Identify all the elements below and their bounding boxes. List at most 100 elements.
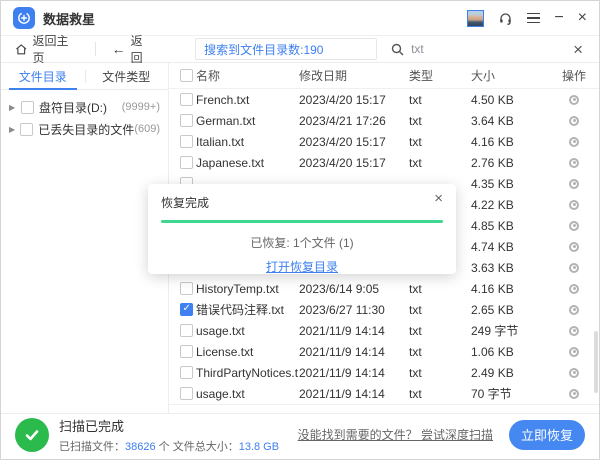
preview-eye-icon[interactable] <box>569 305 579 315</box>
table-row[interactable]: usage.txt 2021/11/9 14:14 txt 249 字节 <box>169 320 599 341</box>
row-checkbox[interactable] <box>180 282 193 295</box>
tree-item-label: 盘符目录(D:) <box>39 99 107 116</box>
recover-now-button[interactable]: 立即恢复 <box>509 420 585 450</box>
file-type: txt <box>409 324 471 338</box>
table-row[interactable]: usage.txt 2021/11/9 14:14 txt 70 字节 <box>169 383 599 404</box>
file-size: 2.65 KB <box>471 303 553 317</box>
col-size: 大小 <box>471 67 553 84</box>
preview-eye-icon[interactable] <box>569 263 579 273</box>
menu-icon[interactable] <box>527 13 540 24</box>
scrollbar-thumb[interactable] <box>594 331 598 393</box>
preview-eye-icon[interactable] <box>569 116 579 126</box>
clear-search-icon[interactable]: × <box>573 41 583 58</box>
minimize-button[interactable]: − <box>554 10 563 26</box>
preview-eye-icon[interactable] <box>569 200 579 210</box>
file-date: 2021/11/9 14:14 <box>299 366 409 380</box>
search-result-count: 搜索到文件目录数:190 <box>204 41 323 58</box>
recovered-count-text: 已恢复: 1个文件 (1) <box>161 234 443 251</box>
file-name: Japanese.txt <box>193 156 299 170</box>
preview-eye-icon[interactable] <box>569 137 579 147</box>
file-size: 4.50 KB <box>471 93 553 107</box>
preview-eye-icon[interactable] <box>569 158 579 168</box>
preview-eye-icon[interactable] <box>569 389 579 399</box>
file-size: 4.16 KB <box>471 282 553 296</box>
row-checkbox[interactable] <box>180 387 193 400</box>
file-name: Italian.txt <box>193 135 299 149</box>
preview-eye-icon[interactable] <box>569 347 579 357</box>
search-bar: × <box>391 41 585 58</box>
row-checkbox[interactable] <box>180 114 193 127</box>
col-type: 类型 <box>409 67 471 84</box>
table-row[interactable]: ThirdPartyNotices.t... 2021/11/9 14:14 t… <box>169 362 599 383</box>
table-row[interactable]: Japanese.txt 2023/4/20 15:17 txt 2.76 KB <box>169 152 599 173</box>
scan-complete-check-icon <box>15 418 49 452</box>
file-size: 4.85 KB <box>471 219 553 233</box>
file-name: German.txt <box>193 114 299 128</box>
row-checkbox[interactable] <box>180 93 193 106</box>
file-type: txt <box>409 282 471 296</box>
expand-arrow-icon[interactable]: ▶ <box>9 125 20 134</box>
tree-item-count: (9999+) <box>122 101 160 113</box>
back-button[interactable]: ← 返回 <box>112 32 153 66</box>
preview-eye-icon[interactable] <box>569 284 579 294</box>
preview-eye-icon[interactable] <box>569 179 579 189</box>
deep-scan-link[interactable]: 没能找到需要的文件？ 尝试深度扫描 <box>298 426 493 443</box>
scanned-count: 38626 <box>125 441 156 453</box>
table-row[interactable]: French.txt 2023/4/20 15:17 txt 4.50 KB <box>169 89 599 110</box>
row-checkbox[interactable] <box>180 366 193 379</box>
back-arrow-icon: ← <box>112 41 126 57</box>
preview-eye-icon[interactable] <box>569 242 579 252</box>
table-row[interactable]: 错误代码注释.txt 2023/6/27 11:30 txt 2.65 KB <box>169 299 599 320</box>
file-size: 4.74 KB <box>471 240 553 254</box>
file-type: txt <box>409 387 471 401</box>
tree-item-lost-files[interactable]: ▶ 已丢失目录的文件 (609) <box>1 118 168 140</box>
search-input[interactable] <box>411 42 566 56</box>
unit-label: 个 <box>159 441 170 453</box>
scan-status-title: 扫描已完成 <box>59 416 279 435</box>
file-date: 2021/11/9 14:14 <box>299 387 409 401</box>
app-logo-icon <box>13 7 35 29</box>
row-checkbox[interactable] <box>180 303 193 316</box>
tree-item-count: (609) <box>134 123 160 135</box>
file-date: 2023/6/14 9:05 <box>299 282 409 296</box>
dialog-close-icon[interactable]: × <box>434 191 443 206</box>
row-checkbox[interactable] <box>180 324 193 337</box>
preview-eye-icon[interactable] <box>569 95 579 105</box>
table-row[interactable]: License.txt 2021/11/9 14:14 txt 1.06 KB <box>169 341 599 362</box>
support-headset-icon[interactable] <box>498 11 513 26</box>
col-date: 修改日期 <box>299 67 409 84</box>
file-date: 2023/4/20 15:17 <box>299 93 409 107</box>
tree-checkbox[interactable] <box>21 101 34 114</box>
progress-bar <box>161 220 443 223</box>
user-avatar[interactable] <box>467 10 484 27</box>
home-button[interactable]: 返回主页 <box>15 32 79 66</box>
search-result-count-box: 搜索到文件目录数:190 <box>195 38 377 60</box>
table-row[interactable]: Italian.txt 2023/4/20 15:17 txt 4.16 KB <box>169 131 599 152</box>
open-recovery-folder-link[interactable]: 打开恢复目录 <box>266 260 338 274</box>
expand-arrow-icon[interactable]: ▶ <box>9 103 21 112</box>
file-size: 4.35 KB <box>471 177 553 191</box>
file-name: usage.txt <box>193 324 299 338</box>
table-row[interactable]: HistoryTemp.txt 2023/6/14 9:05 txt 4.16 … <box>169 278 599 299</box>
select-all-checkbox[interactable] <box>180 69 193 82</box>
tree-item-drive[interactable]: ▶ 盘符目录(D:) (9999+) <box>1 96 168 118</box>
tree-checkbox[interactable] <box>20 123 33 136</box>
tab-file-directory[interactable]: 文件目录 <box>1 63 85 89</box>
close-button[interactable]: × <box>578 10 587 26</box>
file-date: 2021/11/9 14:14 <box>299 345 409 359</box>
row-checkbox[interactable] <box>180 135 193 148</box>
tab-file-type[interactable]: 文件类型 <box>85 63 169 89</box>
file-type: txt <box>409 93 471 107</box>
statusbar: 扫描已完成 已扫描文件：38626 个 文件总大小：13.8 GB 没能找到需要… <box>1 413 599 459</box>
preview-eye-icon[interactable] <box>569 326 579 336</box>
file-date: 2023/4/20 15:17 <box>299 135 409 149</box>
file-size: 4.16 KB <box>471 135 553 149</box>
file-name: French.txt <box>193 93 299 107</box>
preview-eye-icon[interactable] <box>569 368 579 378</box>
preview-eye-icon[interactable] <box>569 221 579 231</box>
table-row[interactable]: German.txt 2023/4/21 17:26 txt 3.64 KB <box>169 110 599 131</box>
row-checkbox[interactable] <box>180 345 193 358</box>
row-checkbox[interactable] <box>180 156 193 169</box>
col-action: 操作 <box>553 67 595 84</box>
file-size: 249 字节 <box>471 322 553 339</box>
